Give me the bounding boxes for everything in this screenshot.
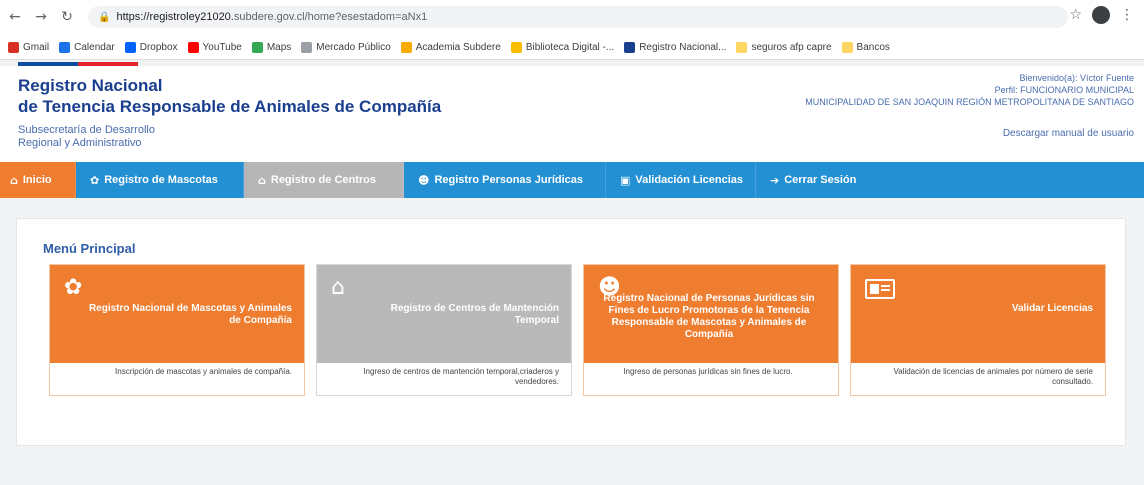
nav-registro-mascotas[interactable]: ✿ Registro de Mascotas xyxy=(76,162,244,198)
bookmark-favicon-icon xyxy=(624,41,636,53)
nav-validacion-licencias[interactable]: ▣ Validación Licencias xyxy=(606,162,756,198)
home-icon: ⌂ xyxy=(10,173,18,187)
profile-avatar[interactable] xyxy=(1092,6,1110,24)
bookmarks-bar: Gmail Calendar Dropbox YouTube Maps Mercado P… xyxy=(0,36,1144,58)
bookmark-label: Registro Nacional... xyxy=(639,41,727,53)
bookmark-favicon-icon xyxy=(510,41,522,53)
nav-centros-label: Registro de Centros xyxy=(270,174,377,186)
house-icon: ⌂ xyxy=(331,275,345,300)
bookmark-favicon-icon xyxy=(59,41,71,53)
card-description: Ingreso de centros de mantención tempora… xyxy=(363,367,559,386)
card-registro-centros[interactable]: ⌂ Registro de Centros de Mantención Temp… xyxy=(316,264,572,396)
bookmark-favicon-icon xyxy=(400,41,412,53)
card-header: ✿ Registro Nacional de Mascotas y Animal… xyxy=(50,265,304,363)
subsecretaria-line2: Regional y Administrativo xyxy=(18,137,142,149)
bookmark-label: Biblioteca Digital -... xyxy=(525,41,615,53)
bookmark-item[interactable]: Maps xyxy=(251,41,292,53)
user-municipality: MUNICIPALIDAD DE SAN JOAQUIN REGIÓN METR… xyxy=(805,97,1134,107)
paw-icon: ✿ xyxy=(64,275,83,300)
bookmark-favicon-icon xyxy=(841,41,853,53)
bookmark-label: Maps xyxy=(266,41,292,53)
subsecretaria-line1: Subsecretaría de Desarrollo xyxy=(18,124,155,136)
card-title: Validar Licencias xyxy=(1011,303,1093,314)
card-registro-juridicas[interactable]: ☻ Registro Nacional de Personas Jurídica… xyxy=(583,264,839,396)
download-manual-link[interactable]: Descargar manual de usuario xyxy=(1003,128,1134,139)
address-url: https://registroley21020.subdere.gov.cl/… xyxy=(116,11,428,23)
user-info: Bienvenido(a): Víctor Fuente Perfil: FUN… xyxy=(805,72,1134,108)
menu-title: Menú Principal xyxy=(43,241,136,256)
bookmark-favicon-icon xyxy=(736,41,748,53)
site-header: Registro Nacional de Tenencia Responsabl… xyxy=(0,66,1144,162)
nav-inicio-label: Inicio xyxy=(22,174,52,186)
card-title: Registro Nacional de Personas Jurídicas … xyxy=(603,293,815,340)
bookmark-label: Bancos xyxy=(856,41,890,53)
group-icon: ☻ xyxy=(418,173,430,187)
bookmark-item[interactable]: Biblioteca Digital -... xyxy=(510,41,615,53)
bookmark-item[interactable]: seguros afp capre xyxy=(736,41,832,53)
bookmark-label: seguros afp capre xyxy=(751,41,832,53)
bookmark-item[interactable]: Mercado Público xyxy=(301,41,391,53)
bookmark-label: Calendar xyxy=(74,41,115,53)
nav-juridicas-label: Registro Personas Jurídicas xyxy=(434,174,584,186)
card-header: ⌂ Registro de Centros de Mantención Temp… xyxy=(317,265,571,363)
nav-cerrar-label: Cerrar Sesión xyxy=(784,174,857,186)
card-description: Inscripción de mascotas y animales de co… xyxy=(115,367,292,376)
bookmark-item[interactable]: YouTube xyxy=(187,41,242,53)
card-header: ☻ Registro Nacional de Personas Jurídica… xyxy=(584,265,838,363)
user-greeting: Bienvenido(a): Víctor Fuente xyxy=(1019,73,1134,83)
site-title-line2: de Tenencia Responsable de Animales de C… xyxy=(18,97,442,116)
bookmark-favicon-icon xyxy=(8,41,19,53)
bookmark-favicon-icon xyxy=(187,41,199,53)
card-title: Registro de Centros de Mantención Tempor… xyxy=(390,303,559,326)
nav-mascotas-label: Registro de Mascotas xyxy=(104,174,218,186)
bookmark-item[interactable]: Bancos xyxy=(841,41,890,53)
forward-arrow-icon[interactable]: → xyxy=(30,6,52,28)
paw-icon: ✿ xyxy=(90,173,100,187)
nav-cerrar-sesion[interactable]: ➔ Cerrar Sesión xyxy=(756,162,876,198)
bookmark-favicon-icon xyxy=(124,41,136,53)
nav-inicio[interactable]: ⌂ Inicio xyxy=(0,162,76,198)
browser-menu-icon[interactable]: ⋮ xyxy=(1120,7,1134,23)
card-description: Validación de licencias de animales por … xyxy=(893,367,1093,386)
card-title: Registro Nacional de Mascotas y Animales… xyxy=(88,303,292,326)
address-bar[interactable]: 🔒 https://registroley21020.subdere.gov.c… xyxy=(88,6,1068,28)
bookmark-star-icon[interactable]: ☆ xyxy=(1069,7,1082,23)
main-panel: Menú Principal ✿ Registro Nacional de Ma… xyxy=(16,218,1126,446)
bookmark-label: Dropbox xyxy=(139,41,178,53)
bookmark-favicon-icon xyxy=(251,41,263,53)
bookmark-item[interactable]: Gmail xyxy=(8,41,50,53)
bookmark-item[interactable]: Academia Subdere xyxy=(400,41,501,53)
card-description: Ingreso de personas jurídicas sin fines … xyxy=(623,367,793,376)
bookmark-label: Gmail xyxy=(23,41,50,53)
main-navbar: ⌂ Inicio ✿ Registro de Mascotas ⌂ Regist… xyxy=(0,162,1144,198)
bookmark-label: Academia Subdere xyxy=(415,41,501,53)
house-icon: ⌂ xyxy=(258,173,266,187)
bookmark-item[interactable]: Dropbox xyxy=(124,41,178,53)
card-header: Validar Licencias xyxy=(851,265,1105,363)
reload-icon[interactable]: ↻ xyxy=(56,6,78,28)
browser-nav-row: ← → ↻ 🔒 https://registroley21020.subdere… xyxy=(0,0,1144,34)
id-card-icon xyxy=(865,279,895,299)
browser-chrome: ← → ↻ 🔒 https://registroley21020.subdere… xyxy=(0,0,1144,60)
bookmark-item[interactable]: Registro Nacional... xyxy=(624,41,727,53)
nav-registro-centros[interactable]: ⌂ Registro de Centros xyxy=(244,162,404,198)
card-registro-mascotas[interactable]: ✿ Registro Nacional de Mascotas y Animal… xyxy=(49,264,305,396)
card-validar-licencias[interactable]: Validar Licencias Validación de licencia… xyxy=(850,264,1106,396)
back-arrow-icon[interactable]: ← xyxy=(4,6,26,28)
bookmark-item[interactable]: Calendar xyxy=(59,41,115,53)
bookmark-favicon-icon xyxy=(301,41,313,53)
nav-registro-juridicas[interactable]: ☻ Registro Personas Jurídicas xyxy=(404,162,606,198)
bookmark-label: YouTube xyxy=(202,41,242,53)
user-profile: Perfil: FUNCIONARIO MUNICIPAL xyxy=(994,85,1134,95)
lock-icon: 🔒 xyxy=(98,11,111,23)
sign-out-icon: ➔ xyxy=(770,173,780,187)
site-title-line1: Registro Nacional xyxy=(18,76,163,95)
bookmark-label: Mercado Público xyxy=(316,41,391,53)
nav-licencias-label: Validación Licencias xyxy=(635,174,744,186)
id-card-icon: ▣ xyxy=(620,173,631,187)
